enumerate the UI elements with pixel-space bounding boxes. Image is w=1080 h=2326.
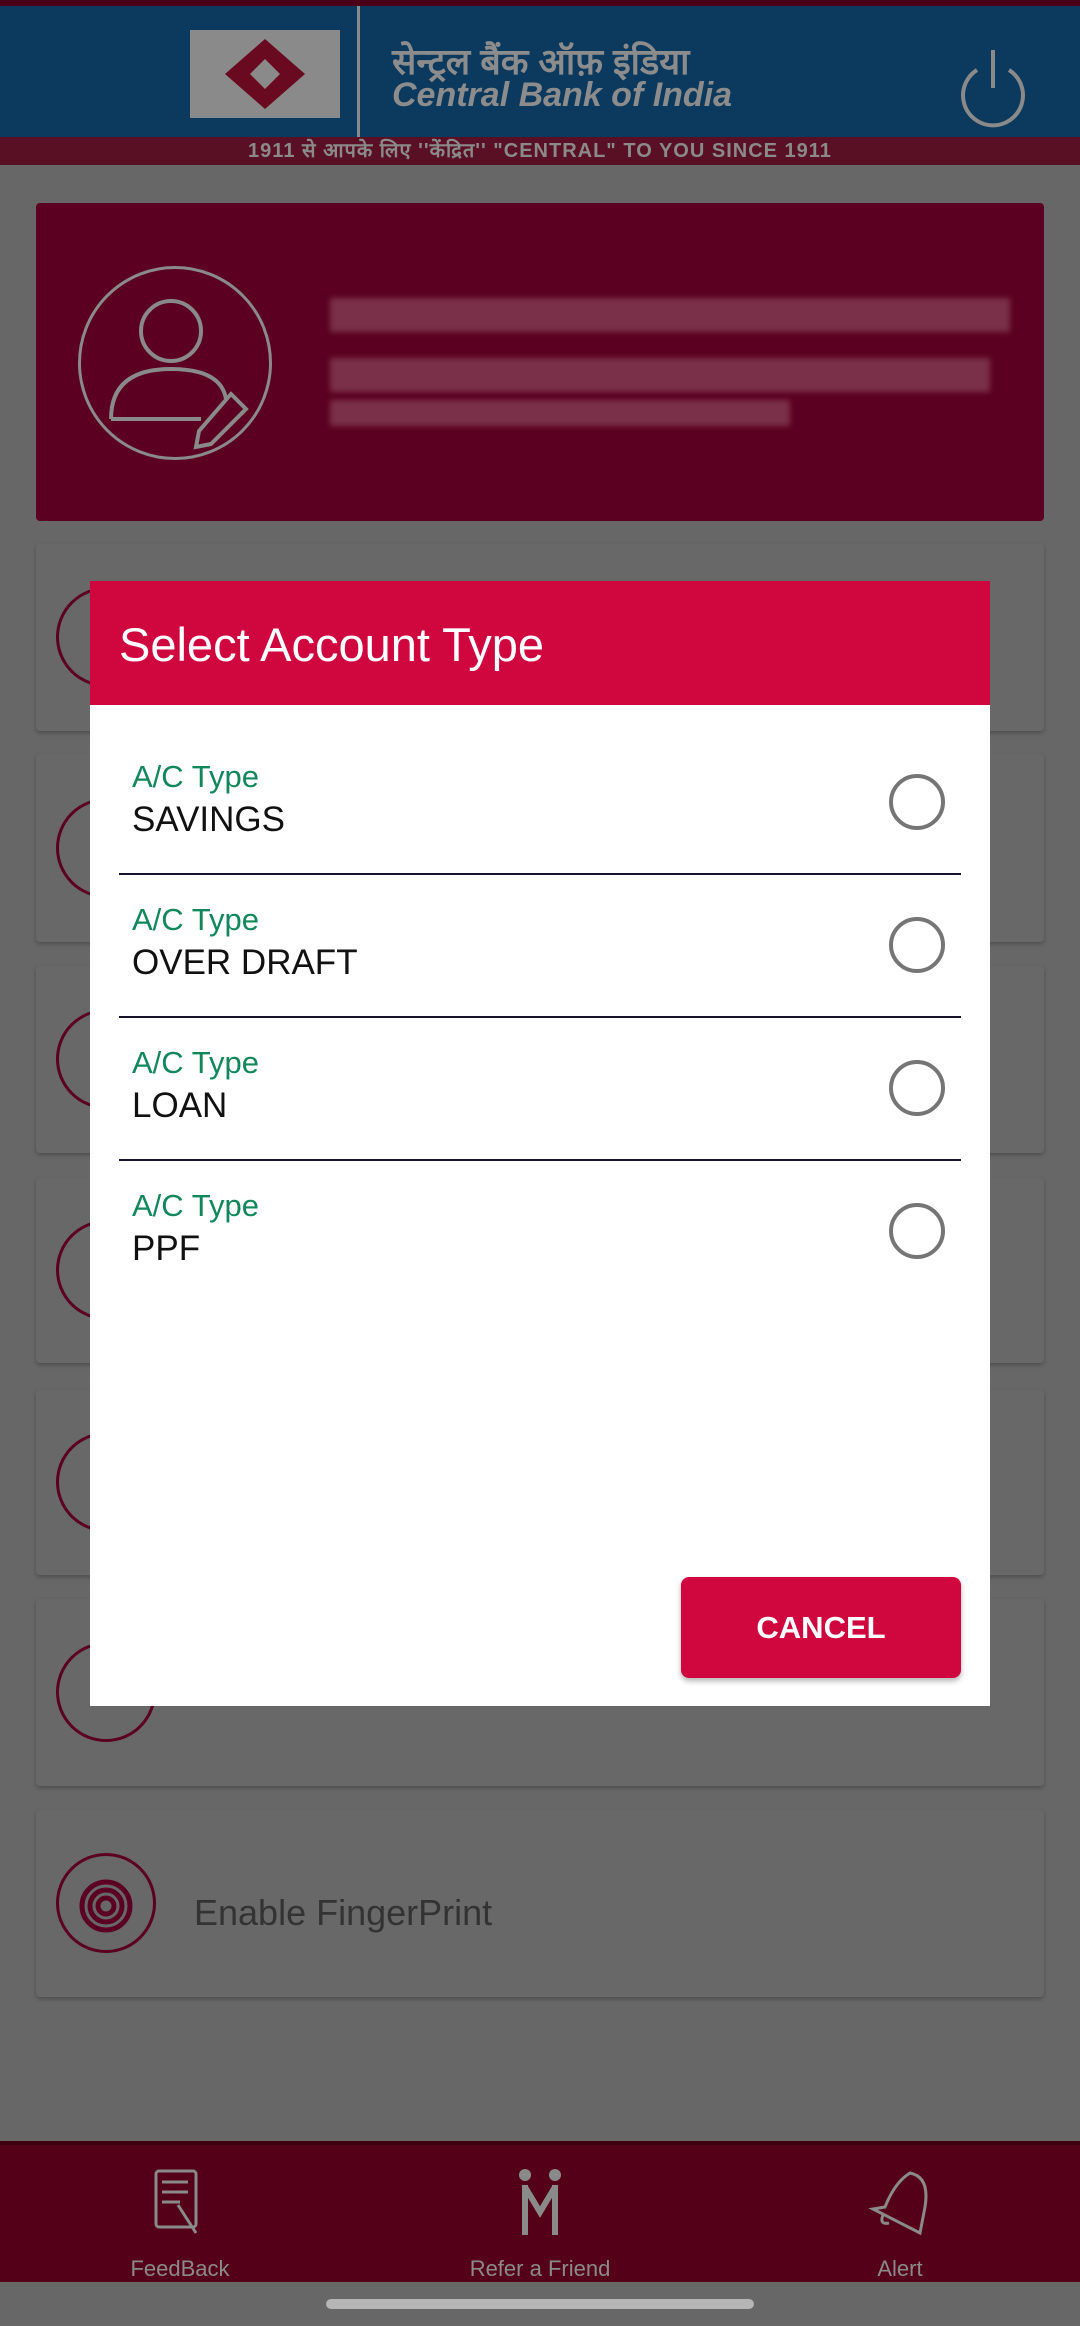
fingerprint-icon: [56, 1853, 156, 1953]
feedback-icon: [154, 2169, 198, 2234]
refer-friend-icon: [519, 2169, 561, 2235]
radio-button[interactable]: [889, 917, 945, 973]
option-value: OVER DRAFT: [132, 943, 358, 982]
bell-icon: [868, 2171, 928, 2236]
radio-button[interactable]: [889, 774, 945, 830]
option-value: SAVINGS: [132, 800, 286, 839]
tagline: 1911 से आपके लिए ''केंद्रित'' "CENTRAL" …: [0, 137, 1080, 165]
nav-refer-friend[interactable]: Refer a Friend: [360, 2145, 720, 2286]
nav-alert-label: Alert: [877, 2256, 923, 2281]
radio-button[interactable]: [889, 1203, 945, 1259]
account-option-loan[interactable]: A/C Type LOAN: [119, 1018, 961, 1161]
header-divider: [357, 6, 360, 137]
option-label: A/C Type: [132, 902, 259, 937]
option-value: LOAN: [132, 1086, 228, 1125]
bank-logo-icon: [225, 39, 305, 109]
fingerprint-label: Enable FingerPrint: [194, 1892, 493, 1933]
option-value: PPF: [132, 1229, 201, 1268]
bank-logo: [190, 30, 340, 118]
account-option-ppf[interactable]: A/C Type PPF: [119, 1161, 961, 1304]
nav-feedback[interactable]: FeedBack: [0, 2145, 360, 2286]
option-label: A/C Type: [132, 1188, 259, 1223]
account-option-savings[interactable]: A/C Type SAVINGS: [119, 732, 961, 875]
user-extra-redacted: [330, 400, 790, 426]
user-details-redacted: [330, 358, 990, 392]
option-label: A/C Type: [132, 1045, 259, 1080]
power-icon[interactable]: [955, 44, 1031, 141]
cancel-button[interactable]: CANCEL: [681, 1577, 961, 1678]
user-name-redacted: [330, 298, 1010, 332]
option-label: A/C Type: [132, 759, 259, 794]
menu-card-fingerprint[interactable]: Enable FingerPrint: [36, 1810, 1044, 1997]
nav-alert[interactable]: Alert: [720, 2145, 1080, 2286]
bottom-nav: FeedBack Refer a Friend Alert: [0, 2141, 1080, 2282]
dialog-title: Select Account Type: [90, 581, 990, 705]
app-header: सेन्ट्रल बैंक ऑफ़ इंडिया Central Bank of…: [0, 6, 1080, 137]
bank-name: Central Bank of India: [392, 76, 733, 114]
nav-feedback-label: FeedBack: [130, 2256, 230, 2281]
nav-refer-friend-label: Refer a Friend: [469, 2256, 611, 2281]
radio-button[interactable]: [889, 1060, 945, 1116]
home-indicator[interactable]: [326, 2299, 754, 2309]
account-type-dialog: Select Account Type A/C Type SAVINGS A/C…: [90, 581, 990, 1706]
user-avatar-icon[interactable]: [78, 266, 272, 460]
account-option-overdraft[interactable]: A/C Type OVER DRAFT: [119, 875, 961, 1018]
